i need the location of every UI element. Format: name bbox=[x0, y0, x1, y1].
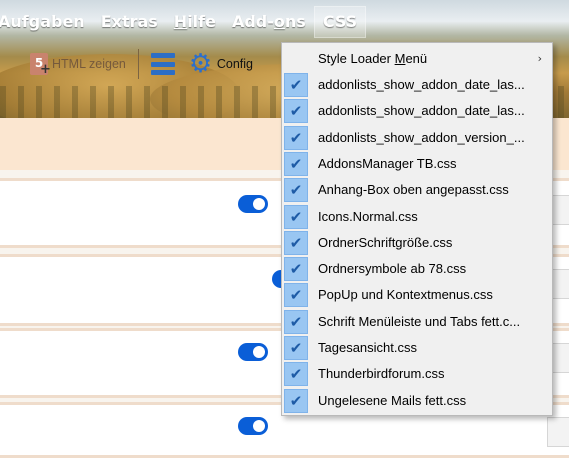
css-style-item[interactable]: ✔ Tagesansicht.css bbox=[282, 335, 552, 361]
css-style-item-label: AddonsManager TB.css bbox=[318, 155, 457, 171]
html5-icon: 5 + bbox=[30, 53, 51, 76]
menu-bar: Aufgaben Extras Hilfe Add-ons CSS bbox=[0, 0, 367, 44]
checkmark-icon: ✔ bbox=[284, 178, 308, 203]
checkmark-icon: ✔ bbox=[284, 125, 308, 150]
checkmark-icon: ✔ bbox=[284, 283, 308, 308]
menu-hilfe-rest: ilfe bbox=[187, 12, 216, 31]
toolbar-separator bbox=[137, 49, 139, 79]
css-style-item[interactable]: ✔ Schrift Menüleiste und Tabs fett.c... bbox=[282, 309, 552, 335]
checkmark-icon: ✔ bbox=[284, 257, 308, 282]
css-style-item-label: Icons.Normal.css bbox=[318, 208, 418, 224]
css-style-item-label: addonlists_show_addon_version_... bbox=[318, 129, 525, 145]
checkmark-icon: ✔ bbox=[284, 362, 308, 387]
checkmark-icon: ✔ bbox=[284, 336, 308, 360]
style-loader-menu-label: Style Loader Menü bbox=[318, 51, 428, 66]
css-style-item[interactable]: ✔ addonlists_show_addon_date_las... bbox=[282, 72, 552, 98]
config-button-label[interactable]: Config bbox=[217, 57, 253, 71]
checkmark-icon: ✔ bbox=[284, 151, 308, 176]
css-style-item[interactable]: ✔ Icons.Normal.css bbox=[282, 204, 552, 230]
css-style-item-label: addonlists_show_addon_date_las... bbox=[318, 103, 525, 119]
list-icon[interactable] bbox=[150, 53, 175, 75]
checkmark-icon: ✔ bbox=[284, 99, 308, 124]
gear-icon[interactable]: ⚙ bbox=[189, 51, 213, 77]
menu-extras[interactable]: Extras bbox=[93, 7, 166, 37]
toggle-switch[interactable] bbox=[238, 343, 268, 361]
css-dropdown-menu: Style Loader Menü › ✔ addonlists_show_add… bbox=[281, 42, 553, 416]
css-style-item[interactable]: ✔ Anhang-Box oben angepasst.css bbox=[282, 177, 552, 203]
checkmark-icon: ✔ bbox=[284, 73, 308, 97]
menu-hilfe-mnemonic: H bbox=[173, 12, 188, 31]
css-style-item-label: Anhang-Box oben angepasst.css bbox=[318, 182, 509, 198]
html-zeigen-button[interactable]: 5 + HTML zeigen bbox=[30, 48, 126, 80]
css-style-item-label: Thunderbirdforum.css bbox=[318, 366, 445, 382]
css-style-item[interactable]: ✔ Ordnersymbole ab 78.css bbox=[282, 256, 552, 282]
menu-add-ons-pre: Add- bbox=[231, 12, 274, 31]
css-style-item-label: PopUp und Kontextmenus.css bbox=[318, 287, 493, 303]
menu-hilfe[interactable]: Hilfe bbox=[166, 7, 224, 37]
checkmark-icon: ✔ bbox=[284, 230, 308, 255]
css-style-item-label: Ordnersymbole ab 78.css bbox=[318, 261, 467, 277]
css-style-item[interactable]: ✔ PopUp und Kontextmenus.css bbox=[282, 282, 552, 308]
css-style-item-label: Tagesansicht.css bbox=[318, 340, 417, 355]
checkmark-icon: ✔ bbox=[284, 204, 308, 229]
menu-css[interactable]: CSS bbox=[313, 6, 367, 38]
css-style-item-label: Schrift Menüleiste und Tabs fett.c... bbox=[318, 313, 521, 329]
css-style-item-label: OrdnerSchriftgröße.css bbox=[318, 234, 453, 250]
css-style-item[interactable]: ✔ Ungelesene Mails fett.css bbox=[282, 388, 552, 414]
css-style-item-label: Ungelesene Mails fett.css bbox=[318, 392, 467, 408]
menu-add-ons-rest: ns bbox=[284, 12, 306, 31]
checkmark-icon: ✔ bbox=[284, 388, 308, 413]
html-zeigen-label: HTML zeigen bbox=[52, 57, 126, 71]
style-loader-menu-item[interactable]: Style Loader Menü › bbox=[282, 46, 552, 72]
menu-aufgaben[interactable]: Aufgaben bbox=[0, 7, 93, 37]
toggle-switch[interactable] bbox=[238, 195, 268, 213]
menu-add-ons-mnemonic: o bbox=[273, 12, 285, 31]
css-style-item[interactable]: ✔ OrdnerSchriftgröße.css bbox=[282, 230, 552, 256]
css-style-item[interactable]: ✔ AddonsManager TB.css bbox=[282, 151, 552, 177]
checkmark-icon: ✔ bbox=[284, 309, 308, 334]
toggle-switch[interactable] bbox=[238, 417, 268, 435]
css-style-item[interactable]: ✔ addonlists_show_addon_version_... bbox=[282, 125, 552, 151]
css-style-item[interactable]: ✔ addonlists_show_addon_date_las... bbox=[282, 98, 552, 124]
css-style-item[interactable]: ✔ Thunderbirdforum.css bbox=[282, 361, 552, 387]
chevron-right-icon: › bbox=[537, 52, 542, 65]
toolbar: 5 + HTML zeigen ⚙ Config bbox=[0, 46, 290, 82]
row-control[interactable] bbox=[547, 417, 569, 447]
css-style-item-label: addonlists_show_addon_date_las... bbox=[318, 77, 525, 92]
menu-add-ons[interactable]: Add-ons bbox=[224, 7, 314, 37]
